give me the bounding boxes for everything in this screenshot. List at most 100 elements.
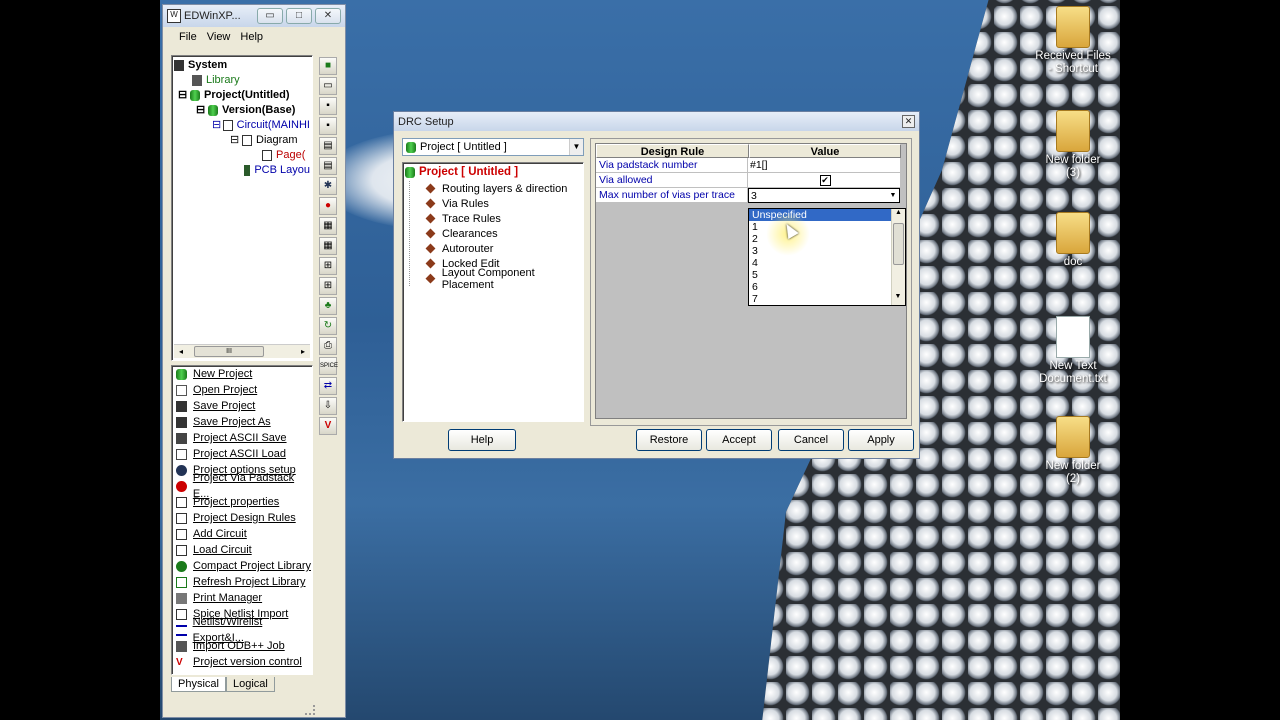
grid-row-via-padstack-number[interactable]: Via padstack number #1[]	[596, 158, 906, 173]
collapse-icon[interactable]: ⊟	[230, 133, 242, 148]
desktop-icon-received-files[interactable]: Received Files - Shortcut	[1028, 6, 1118, 76]
open-project-tool-icon[interactable]: ▭	[319, 77, 337, 95]
scroll-right-icon[interactable]: ▸	[296, 347, 310, 356]
tree-node-library[interactable]: Library	[174, 73, 310, 88]
tree-item-trace-rules[interactable]: Trace Rules	[403, 211, 583, 226]
via-padstack-tool-icon[interactable]: ●	[319, 197, 337, 215]
collapse-icon[interactable]: ⊟	[212, 118, 223, 133]
tree-item-autorouter[interactable]: Autorouter	[403, 241, 583, 256]
accept-button[interactable]: Accept	[706, 429, 772, 451]
dropdown-scrollbar[interactable]: ▲ ▼	[891, 209, 905, 305]
tree-hscrollbar[interactable]: ◂ III ▸	[174, 344, 310, 358]
action-project-via-padstack[interactable]: Project Via Padstack E...	[172, 472, 312, 500]
desktop-icon-new-folder-2[interactable]: New folder (2)	[1028, 416, 1118, 486]
action-save-project-as[interactable]: Save Project As	[172, 414, 312, 430]
tree-item-routing-layers[interactable]: Routing layers & direction	[403, 181, 583, 196]
chevron-down-icon[interactable]: ▼	[569, 139, 583, 155]
action-compact-project-library[interactable]: Compact Project Library	[172, 558, 312, 574]
tab-logical[interactable]: Logical	[225, 677, 275, 692]
resize-grip-icon[interactable]	[305, 705, 315, 715]
bullet-icon	[425, 273, 436, 284]
tree-node-version[interactable]: ⊟ Version(Base)	[174, 103, 310, 118]
action-refresh-project-library[interactable]: Refresh Project Library	[172, 574, 312, 590]
ascii-load-tool-icon[interactable]: ▤	[319, 157, 337, 175]
compact-library-tool-icon[interactable]: ♣	[319, 297, 337, 315]
close-button[interactable]: ✕	[315, 8, 341, 24]
properties-tool-icon[interactable]: ▦	[319, 217, 337, 235]
collapse-icon[interactable]: ⊟	[178, 88, 190, 103]
spice-tool-icon[interactable]: SPICE	[319, 357, 338, 375]
action-project-version-control[interactable]: V Project version control	[172, 654, 312, 670]
option-4[interactable]: 4	[749, 257, 905, 269]
scope-select[interactable]: Project [ Untitled ] ▼	[402, 138, 584, 156]
scroll-up-icon[interactable]: ▲	[892, 209, 905, 221]
chevron-down-icon[interactable]: ▼	[887, 189, 899, 202]
header-design-rule[interactable]: Design Rule	[596, 144, 749, 158]
tab-physical[interactable]: Physical	[171, 677, 226, 692]
tree-node-diagram[interactable]: ⊟ Diagram	[174, 133, 310, 148]
tree-node-project[interactable]: ⊟ Project(Untitled)	[174, 88, 310, 103]
minimize-button[interactable]: ▭	[257, 8, 283, 24]
via-allowed-checkbox[interactable]: ✔	[819, 175, 831, 186]
maximize-button[interactable]: □	[286, 8, 312, 24]
tree-node-system[interactable]: System	[174, 58, 310, 73]
import-odb-tool-icon[interactable]: ⇩	[319, 397, 337, 415]
menu-view[interactable]: View	[207, 31, 231, 43]
collapse-icon[interactable]: ⊟	[196, 103, 208, 118]
rule-value[interactable]: #1[]	[748, 158, 900, 173]
save-project-tool-icon[interactable]: ▪	[319, 97, 337, 115]
load-circuit-tool-icon[interactable]: ⊞	[319, 277, 337, 295]
refresh-library-tool-icon[interactable]: ↻	[319, 317, 337, 335]
action-project-ascii-save[interactable]: Project ASCII Save	[172, 430, 312, 446]
desktop-icon-doc[interactable]: doc	[1028, 212, 1118, 269]
tree-node-circuit[interactable]: ⊟ Circuit(MAINHI	[174, 118, 310, 133]
menu-file[interactable]: File	[179, 31, 197, 43]
tree-item-via-rules[interactable]: Via Rules	[403, 196, 583, 211]
action-add-circuit[interactable]: Add Circuit	[172, 526, 312, 542]
max-vias-combo[interactable]: 3 ▼	[748, 188, 900, 203]
action-print-manager[interactable]: Print Manager	[172, 590, 312, 606]
action-netlist-export[interactable]: Netlist/Wirelist Export&I...	[172, 616, 312, 644]
grid-row-max-vias-per-trace[interactable]: Max number of vias per trace 3 ▼	[596, 188, 906, 203]
print-manager-tool-icon[interactable]: ⎙	[319, 337, 337, 355]
netlist-export-tool-icon[interactable]: ⇄	[319, 377, 337, 395]
grid-row-via-allowed[interactable]: Via allowed ✔	[596, 173, 906, 188]
desktop-icon-new-text-document[interactable]: New Text Document.txt	[1028, 316, 1118, 386]
version-control-tool-icon[interactable]: V	[319, 417, 337, 435]
header-value[interactable]: Value	[749, 144, 901, 158]
design-rules-tool-icon[interactable]: ▦	[319, 237, 337, 255]
tree-item-layout-component-placement[interactable]: Layout Component Placement	[403, 267, 583, 291]
tree-root-project[interactable]: Project [ Untitled ]	[403, 163, 583, 181]
tree-item-clearances[interactable]: Clearances	[403, 226, 583, 241]
action-project-design-rules[interactable]: Project Design Rules	[172, 510, 312, 526]
scroll-thumb[interactable]	[893, 223, 904, 265]
dialog-close-button[interactable]: ✕	[902, 115, 915, 128]
option-7[interactable]: 7	[749, 293, 905, 305]
action-save-project[interactable]: Save Project	[172, 398, 312, 414]
add-circuit-tool-icon[interactable]: ⊞	[319, 257, 337, 275]
ascii-load-icon	[176, 448, 187, 460]
option-5[interactable]: 5	[749, 269, 905, 281]
desktop-icon-new-folder-3[interactable]: New folder (3)	[1028, 110, 1118, 180]
action-open-project[interactable]: Open Project	[172, 382, 312, 398]
apply-button[interactable]: Apply	[848, 429, 914, 451]
help-button[interactable]: Help	[448, 429, 516, 451]
options-tool-icon[interactable]: ✱	[319, 177, 337, 195]
scroll-thumb[interactable]: III	[194, 346, 264, 357]
combo-value[interactable]: 3	[751, 189, 887, 202]
save-as-tool-icon[interactable]: ▪	[319, 117, 337, 135]
new-project-tool-icon[interactable]: ■	[319, 57, 337, 75]
action-load-circuit[interactable]: Load Circuit	[172, 542, 312, 558]
menu-help[interactable]: Help	[240, 31, 263, 43]
cancel-button[interactable]: Cancel	[778, 429, 844, 451]
action-project-ascii-load[interactable]: Project ASCII Load	[172, 446, 312, 462]
option-6[interactable]: 6	[749, 281, 905, 293]
scroll-left-icon[interactable]: ◂	[174, 347, 188, 356]
scroll-down-icon[interactable]: ▼	[892, 293, 904, 305]
restore-button[interactable]: Restore	[636, 429, 702, 451]
action-new-project[interactable]: New Project	[172, 366, 312, 382]
ascii-save-tool-icon[interactable]: ▤	[319, 137, 337, 155]
page-icon	[262, 150, 272, 161]
tree-node-pcb-layout[interactable]: PCB Layou	[174, 163, 310, 178]
tree-node-page[interactable]: Page(	[174, 148, 310, 163]
